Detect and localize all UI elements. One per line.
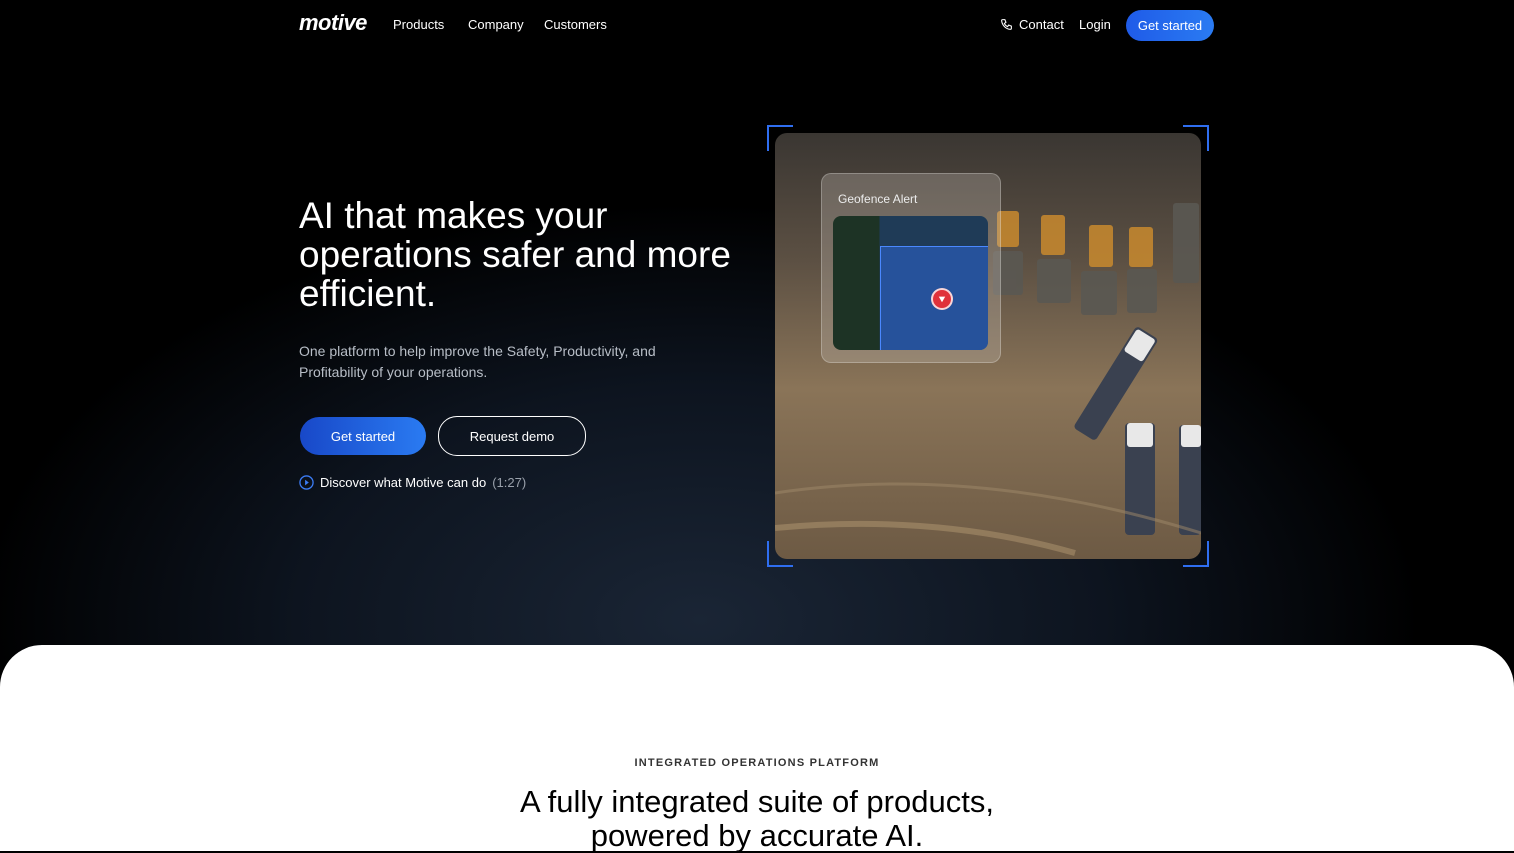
alert-pin-icon [931,288,953,310]
nav-company[interactable]: Company [468,17,524,32]
contact-link[interactable]: Contact [1000,17,1064,32]
hero-subtext: One platform to help improve the Safety,… [299,343,656,380]
hero-headline: AI that makes your operations safer and … [299,195,731,314]
play-circle-icon [299,475,314,490]
aerial-site-image: Geofence Alert [775,133,1201,559]
get-started-button[interactable]: Get started [300,417,426,455]
discover-video-link[interactable]: Discover what Motive can do (1:27) [299,475,526,490]
section-title: A fully integrated suite of products, po… [520,784,994,853]
nav-customers[interactable]: Customers [544,17,607,32]
motive-logo[interactable]: motive [299,10,367,36]
hero-section: motive Products Company Customers Contac… [0,0,1514,700]
platform-section: INTEGRATED OPERATIONS PLATFORM A fully i… [0,645,1514,853]
alert-title: Geofence Alert [838,192,918,206]
phone-icon [1001,19,1012,30]
top-nav: motive Products Company Customers Contac… [0,0,1514,52]
nav-products[interactable]: Products [393,17,444,32]
section-eyebrow: INTEGRATED OPERATIONS PLATFORM [634,757,880,769]
discover-label: Discover what Motive can do [320,475,487,490]
nav-get-started-button[interactable]: Get started [1126,10,1214,41]
login-link[interactable]: Login [1079,17,1111,32]
hero-image-frame: Geofence Alert [767,125,1209,567]
request-demo-button[interactable]: Request demo [438,416,586,456]
contact-label: Contact [1019,17,1064,32]
video-duration: (1:27) [492,475,527,490]
geofence-alert-card: Geofence Alert [821,173,1001,363]
alert-map [833,216,988,350]
